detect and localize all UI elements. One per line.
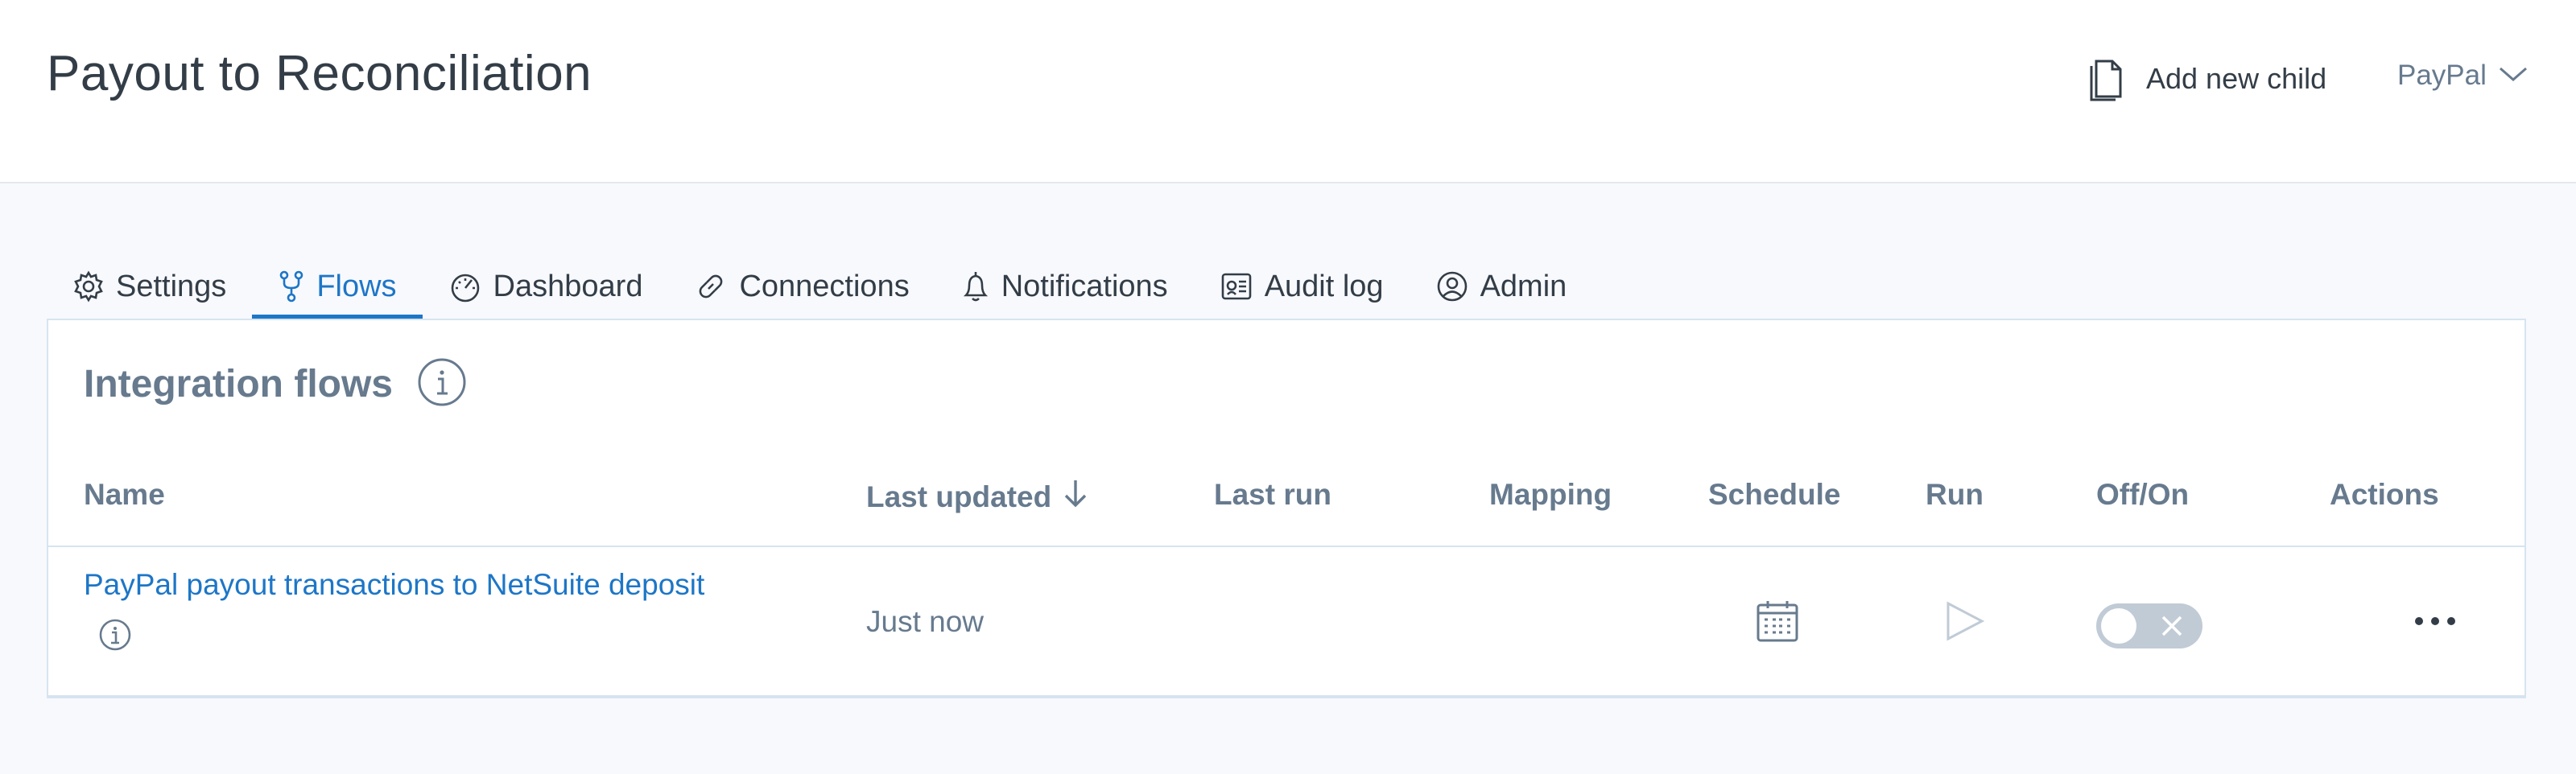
gear-icon xyxy=(72,270,105,303)
tab-admin[interactable]: Admin xyxy=(1410,254,1593,319)
flow-last-updated: Just now xyxy=(866,605,985,638)
account-dropdown-label: PayPal xyxy=(2397,60,2487,91)
tab-connections-label: Connections xyxy=(739,269,910,303)
tab-flows-label: Flows xyxy=(316,269,397,303)
tab-dashboard-label: Dashboard xyxy=(493,269,643,303)
info-icon[interactable] xyxy=(417,357,467,411)
column-header-run: Run xyxy=(1926,478,1984,511)
page-title: Payout to Reconciliation xyxy=(47,46,592,101)
toggle-knob xyxy=(2101,608,2136,644)
header-divider xyxy=(48,546,2524,547)
column-header-off-on: Off/On xyxy=(2096,478,2190,511)
column-header-name: Name xyxy=(84,478,165,511)
tab-audit-log-label: Audit log xyxy=(1264,269,1384,303)
more-actions-icon[interactable] xyxy=(2412,613,2458,633)
account-dropdown[interactable]: PayPal xyxy=(2397,53,2529,98)
column-header-last-updated-label: Last updated xyxy=(866,480,1052,513)
page-header: Payout to Reconciliation Add new child P… xyxy=(0,0,2576,183)
integration-flows-panel: Integration flows Name Last updated Last… xyxy=(47,319,2526,698)
column-header-actions: Actions xyxy=(2330,478,2439,511)
flows-icon xyxy=(278,270,305,303)
calendar-icon[interactable] xyxy=(1755,599,1800,648)
panel-title: Integration flows xyxy=(84,357,467,411)
panel-title-text: Integration flows xyxy=(84,363,393,406)
tab-notifications-label: Notifications xyxy=(1001,269,1168,303)
tab-dashboard[interactable]: Dashboard xyxy=(423,254,669,319)
arrow-down-icon xyxy=(1061,478,1090,516)
flow-name-link[interactable]: PayPal payout transactions to NetSuite d… xyxy=(84,568,704,602)
tab-connections[interactable]: Connections xyxy=(668,254,935,319)
dashboard-icon xyxy=(448,270,482,303)
chevron-down-icon xyxy=(2498,65,2529,87)
column-header-mapping: Mapping xyxy=(1489,478,1612,511)
tab-admin-label: Admin xyxy=(1480,269,1567,303)
add-new-child-button[interactable]: Add new child xyxy=(2085,53,2326,105)
link-icon xyxy=(694,270,728,303)
tab-settings-label: Settings xyxy=(116,269,227,303)
column-header-last-run: Last run xyxy=(1214,478,1331,511)
tab-bar: Settings Flows Dashboard Connections Not… xyxy=(47,254,1592,319)
flow-enabled-toggle[interactable] xyxy=(2096,603,2202,648)
tab-notifications[interactable]: Notifications xyxy=(935,254,1194,319)
copy-document-icon xyxy=(2085,53,2127,105)
audit-log-icon xyxy=(1220,270,1253,303)
tab-settings[interactable]: Settings xyxy=(47,254,252,319)
add-new-child-label: Add new child xyxy=(2146,62,2327,95)
play-icon[interactable] xyxy=(1942,599,1987,648)
user-icon xyxy=(1435,270,1469,303)
bell-icon xyxy=(961,270,990,303)
tab-audit-log[interactable]: Audit log xyxy=(1194,254,1410,319)
column-header-schedule: Schedule xyxy=(1708,478,1841,511)
tab-flows[interactable]: Flows xyxy=(252,254,423,319)
flow-info-icon[interactable] xyxy=(98,618,132,656)
column-header-last-updated[interactable]: Last updated xyxy=(866,478,1090,516)
